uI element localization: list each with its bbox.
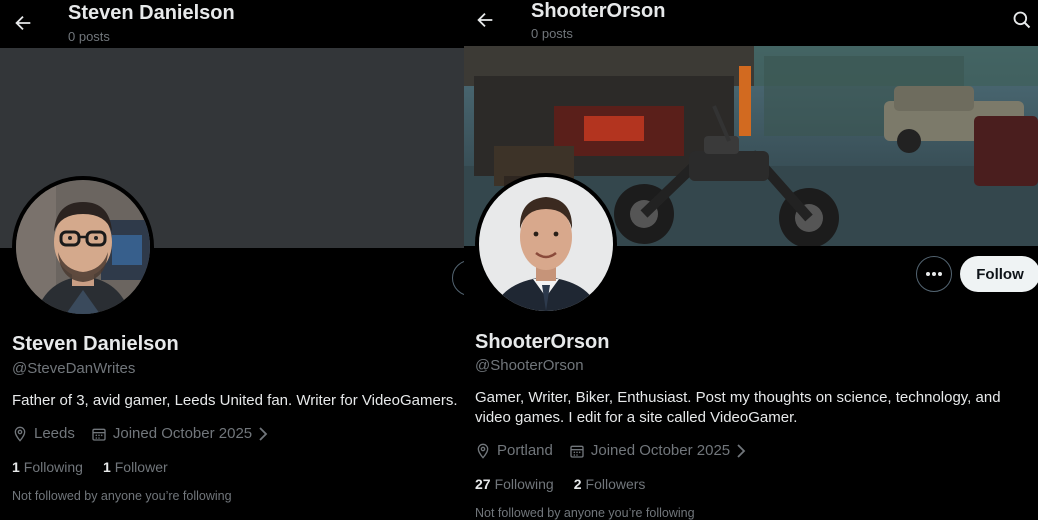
profile-name: Steven Danielson [12, 333, 179, 355]
profile-meta: Leeds Joined October 2025 [12, 425, 268, 442]
profile-joined-date: Joined October 2025 [112, 425, 253, 442]
followers-link[interactable]: 1 Follower [103, 459, 168, 475]
follow-button[interactable]: Follow [960, 256, 1038, 292]
calendar-icon [570, 445, 584, 458]
more-options-button[interactable] [916, 256, 952, 292]
chevron-right-icon[interactable] [258, 426, 268, 441]
profile-header-bar: ShooterOrson 0 posts [464, 0, 1038, 46]
profile-bio: Gamer, Writer, Biker, Enthusiast. Post m… [475, 389, 1001, 426]
avatar[interactable] [12, 176, 154, 318]
profile-meta: Portland Joined October 2025 [475, 442, 746, 459]
followers-link[interactable]: 2 Followers [574, 476, 646, 492]
not-followed-note: Not followed by anyone you’re following [12, 489, 232, 503]
follow-stats: 1 Following 1 Follower [12, 459, 188, 475]
left-profile-panel: Steven Danielson 0 posts Steven Danielso… [0, 0, 464, 520]
avatar[interactable] [475, 173, 617, 315]
header-post-count: 0 posts [68, 29, 110, 44]
following-link[interactable]: 27 Following [475, 476, 554, 492]
following-link[interactable]: 1 Following [12, 459, 83, 475]
header-post-count: 0 posts [531, 26, 573, 41]
calendar-icon [92, 428, 106, 441]
profile-joined-date: Joined October 2025 [590, 442, 731, 459]
profile-handle: @ShooterOrson [475, 357, 584, 374]
profile-bio: Father of 3, avid gamer, Leeds United fa… [12, 392, 458, 409]
profile-header-bar: Steven Danielson 0 posts [0, 0, 464, 48]
not-followed-note: Not followed by anyone you’re following [475, 506, 695, 520]
header-profile-name: ShooterOrson [531, 0, 666, 22]
header-profile-name: Steven Danielson [68, 2, 235, 24]
chevron-right-icon[interactable] [736, 443, 746, 458]
profile-location: Leeds [34, 425, 75, 442]
right-profile-panel: ShooterOrson 0 posts Follow ShooterOrson… [464, 0, 1038, 520]
profile-name: ShooterOrson [475, 331, 610, 353]
more-options-button[interactable] [452, 260, 464, 296]
more-dots-icon [926, 272, 942, 276]
search-icon[interactable] [1012, 10, 1032, 30]
location-pin-icon [477, 443, 489, 459]
back-arrow-icon[interactable] [474, 9, 496, 31]
back-arrow-icon[interactable] [12, 12, 34, 34]
follow-stats: 27 Following 2 Followers [475, 476, 665, 492]
profile-location: Portland [497, 442, 553, 459]
profile-handle: @SteveDanWrites [12, 360, 136, 377]
location-pin-icon [14, 426, 26, 442]
